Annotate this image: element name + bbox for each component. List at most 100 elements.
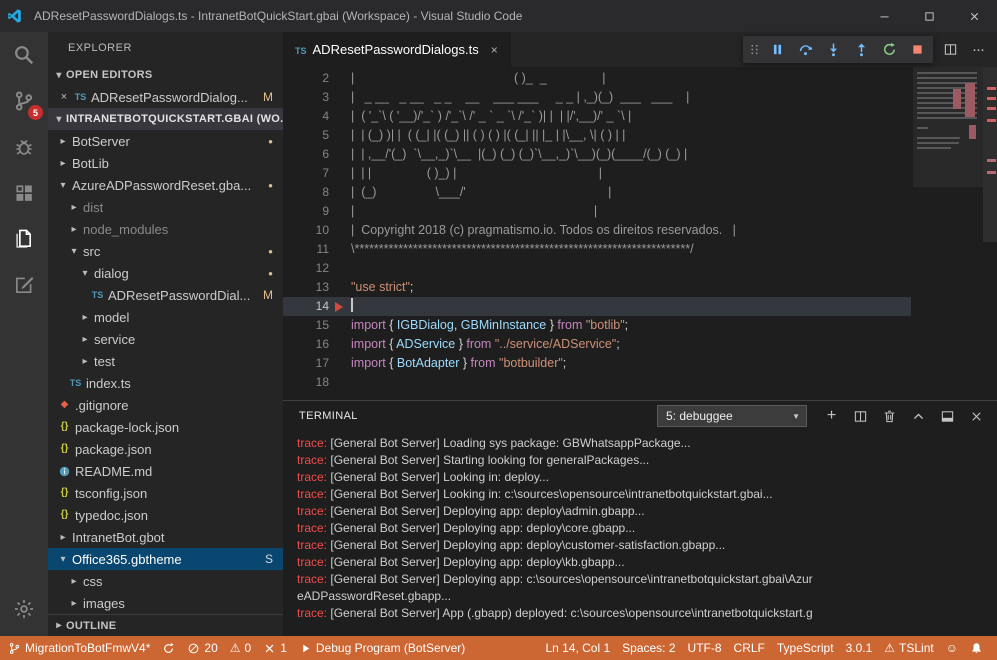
restart-icon [882, 42, 897, 57]
tree-item-package-json[interactable]: {}package.json [48, 438, 283, 460]
tree-item-adresetpassworddial[interactable]: TSADResetPasswordDial...M [48, 284, 283, 306]
code-line[interactable]: 5| | (_) )| | ( (_| |( (_) || ( ) ( ) |(… [283, 126, 911, 145]
status-3-0-1[interactable]: 3.0.1 [840, 636, 879, 660]
scrollbar[interactable] [983, 67, 997, 400]
status-debug-program-botserver[interactable]: Debug Program (BotServer) [293, 636, 471, 660]
close-button[interactable] [952, 0, 997, 32]
code-line[interactable]: 14 [283, 297, 911, 316]
code-line[interactable]: 7| | | ( )_) | | [283, 164, 911, 183]
close-icon [968, 10, 981, 23]
tab-close-icon[interactable]: × [491, 43, 498, 57]
status-utf-8[interactable]: UTF-8 [682, 636, 728, 660]
status-smiley[interactable]: ☺ [940, 636, 964, 660]
terminal-panel-button[interactable] [935, 404, 960, 429]
code-area[interactable]: 2| ( )_ _ |3| _ __ _ __ _ _ __ ___ ___ _… [283, 67, 911, 400]
status-20[interactable]: 20 [181, 636, 223, 660]
tree-item-package-lock-json[interactable]: {}package-lock.json [48, 416, 283, 438]
tab-active[interactable]: TS ADResetPasswordDialogs.ts × [283, 32, 511, 67]
status-ln-14-col-1[interactable]: Ln 14, Col 1 [539, 636, 616, 660]
code-line[interactable]: 16import { ADService } from "../service/… [283, 335, 911, 354]
outline-header[interactable]: ▸ OUTLINE [48, 614, 283, 636]
play-icon [299, 642, 312, 655]
info-icon [56, 465, 73, 478]
tree-item-dialog[interactable]: ▾dialog● [48, 262, 283, 284]
code-line[interactable]: 13"use strict"; [283, 278, 911, 297]
restart-button[interactable] [875, 37, 903, 62]
code-line[interactable]: 2| ( )_ _ | [283, 69, 911, 88]
open-editor-item[interactable]: ×TSADResetPasswordDialog...M [48, 86, 283, 108]
status-migrationtobotfmwv4[interactable]: MigrationToBotFmwV4* [2, 636, 156, 660]
minimize-button[interactable] [862, 0, 907, 32]
code-line[interactable]: 15import { IGBDialog, GBMinInstance } fr… [283, 316, 911, 335]
tree-item-model[interactable]: ▸model [48, 306, 283, 328]
line-number: 11 [283, 240, 329, 259]
terminal-tab[interactable]: TERMINAL [299, 410, 358, 422]
status-typescript[interactable]: TypeScript [771, 636, 840, 660]
activity-settings[interactable] [0, 586, 48, 632]
tree-item-service[interactable]: ▸service [48, 328, 283, 350]
stop-button[interactable] [903, 37, 931, 62]
status-sync[interactable] [156, 636, 181, 660]
code-line[interactable]: 8| (_) \___/' | [283, 183, 911, 202]
tree-item-intranetbot-gbot[interactable]: ▸IntranetBot.gbot [48, 526, 283, 548]
minimap[interactable] [913, 67, 983, 400]
status-tslint[interactable]: ⚠TSLint [878, 636, 939, 660]
tree-item-azureadpasswordreset-gba[interactable]: ▾AzureADPasswordReset.gba...● [48, 174, 283, 196]
terminal-trash-button[interactable] [877, 404, 902, 429]
pause-button[interactable] [763, 37, 791, 62]
status-0[interactable]: ⚠0 [224, 636, 257, 660]
activity-debug[interactable] [0, 124, 48, 170]
step-into-button[interactable] [819, 37, 847, 62]
ellipsis-button[interactable]: ··· [965, 37, 991, 63]
maximize-button[interactable] [907, 0, 952, 32]
tree-item-dist[interactable]: ▸dist [48, 196, 283, 218]
activity-source-control[interactable]: 5 [0, 78, 48, 124]
terminal-collapse-button[interactable] [906, 404, 931, 429]
grip-button[interactable] [745, 37, 763, 62]
tree-item-images[interactable]: ▸images [48, 592, 283, 614]
terminal-close-button[interactable] [964, 404, 989, 429]
terminal-split-button[interactable] [848, 404, 873, 429]
code-line[interactable]: 6| | ,__/'(_) `\__,_)`\__ |(_) (_) (_)`\… [283, 145, 911, 164]
step-over-button[interactable] [791, 37, 819, 62]
terminal-add-button[interactable]: + [819, 404, 844, 429]
status-1[interactable]: 1 [257, 636, 293, 660]
code-editor[interactable]: 2| ( )_ _ |3| _ __ _ __ _ _ __ ___ ___ _… [283, 67, 997, 400]
tree-item-typedoc-json[interactable]: {}typedoc.json [48, 504, 283, 526]
code-line[interactable]: 4| ( '_`\ ( '__)/'_` ) /'_`\ /' _ ` _ `\… [283, 107, 911, 126]
tree-item-botserver[interactable]: ▸BotServer● [48, 130, 283, 152]
activity-extensions[interactable] [0, 170, 48, 216]
tree-item-tsconfig-json[interactable]: {}tsconfig.json [48, 482, 283, 504]
tree-item-label: src [83, 244, 100, 259]
tree-item-css[interactable]: ▸css [48, 570, 283, 592]
terminal-selector[interactable]: 5: debuggee ▼ [657, 405, 807, 427]
tree-item-gitignore[interactable]: ◆.gitignore [48, 394, 283, 416]
status-bell[interactable] [964, 636, 989, 660]
terminal-output[interactable]: trace: [General Bot Server] Loading sys … [283, 431, 997, 636]
code-line[interactable]: 11\*************************************… [283, 240, 911, 259]
step-out-button[interactable] [847, 37, 875, 62]
open-editors-header[interactable]: ▾ OPEN EDITORS [48, 64, 283, 86]
split-button[interactable] [937, 37, 963, 63]
code-line[interactable]: 9| | [283, 202, 911, 221]
workspace-header[interactable]: ▾ INTRANETBOTQUICKSTART.GBAI (WO... [48, 108, 283, 130]
tree-item-readme-md[interactable]: README.md [48, 460, 283, 482]
tree-item-botlib[interactable]: ▸BotLib [48, 152, 283, 174]
close-icon[interactable]: × [56, 91, 72, 103]
tree-item-test[interactable]: ▸test [48, 350, 283, 372]
code-line[interactable]: 3| _ __ _ __ _ _ __ ___ ___ _ _ | ,_)(_)… [283, 88, 911, 107]
status-spaces-2[interactable]: Spaces: 2 [616, 636, 681, 660]
tree-item-node-modules[interactable]: ▸node_modules [48, 218, 283, 240]
code-line[interactable]: 10| Copyright 2018 (c) pragmatismo.io. T… [283, 221, 911, 240]
code-line[interactable]: 12 [283, 259, 911, 278]
activity-edit[interactable] [0, 262, 48, 308]
activity-search[interactable] [0, 32, 48, 78]
activity-explorer[interactable] [0, 216, 48, 262]
tree-item-index-ts[interactable]: TSindex.ts [48, 372, 283, 394]
code-line[interactable]: 18 [283, 373, 911, 392]
status-crlf[interactable]: CRLF [728, 636, 771, 660]
code-line[interactable]: 17import { BotAdapter } from "botbuilder… [283, 354, 911, 373]
tree-item-src[interactable]: ▾src● [48, 240, 283, 262]
scrollbar-slider[interactable] [983, 67, 997, 242]
tree-item-office365-gbtheme[interactable]: ▾Office365.gbthemeS [48, 548, 283, 570]
